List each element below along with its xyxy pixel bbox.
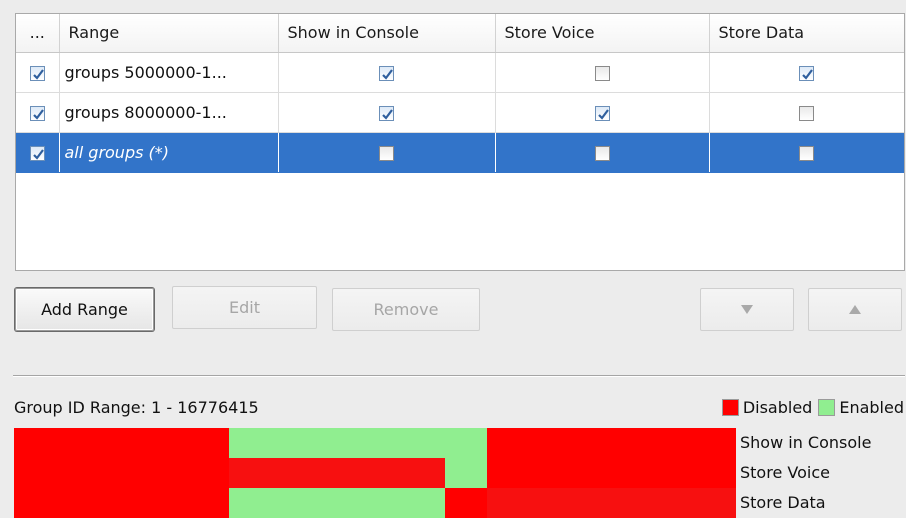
- store-voice-cell: [495, 92, 710, 133]
- legend-disabled-label: Disabled: [742, 398, 813, 417]
- range-map: Show in Console Store Voice Store Data: [14, 428, 905, 518]
- column-header-range[interactable]: Range: [59, 14, 279, 53]
- show-in-console-checkbox[interactable]: [379, 65, 394, 81]
- store-data-cell: [709, 92, 904, 133]
- range-segment-disabled: [14, 428, 230, 458]
- enabled-checkbox[interactable]: [29, 145, 45, 161]
- group-id-range-label: Group ID Range: 1 - 16776415: [14, 398, 259, 417]
- store-data-bar-label: Store Data: [740, 493, 826, 512]
- separator: [13, 375, 905, 377]
- range-segment-disabled: [486, 488, 736, 518]
- disabled-swatch: [721, 399, 739, 416]
- column-header-store-data[interactable]: Store Data: [709, 14, 904, 53]
- move-down-button[interactable]: [700, 288, 794, 331]
- range-segment-disabled: [14, 458, 230, 488]
- column-header-store-voice[interactable]: Store Voice: [495, 14, 710, 53]
- range-segment-disabled: [445, 488, 487, 518]
- store-data-checkbox[interactable]: [799, 65, 814, 81]
- triangle-down-icon: [741, 305, 753, 314]
- store-data-cell: [709, 132, 904, 173]
- range-segment-disabled: [229, 458, 358, 488]
- range-segment-enabled: [445, 458, 487, 488]
- range-segment-enabled: [229, 428, 487, 458]
- table-row[interactable]: groups 5000000-1...: [16, 52, 904, 93]
- store-voice-checkbox[interactable]: [594, 105, 610, 121]
- range-cell: all groups (*): [59, 132, 279, 173]
- store-voice-cell: [495, 132, 710, 173]
- enabled-cell: [16, 132, 60, 173]
- range-segment-disabled: [357, 458, 446, 488]
- range-segment-disabled: [486, 428, 736, 458]
- move-up-button[interactable]: [808, 288, 902, 331]
- show-in-console-checkbox[interactable]: [379, 145, 394, 161]
- show-in-console-cell: [278, 132, 496, 173]
- show-in-console-checkbox[interactable]: [379, 105, 394, 121]
- store-voice-bar: [14, 458, 736, 488]
- table-row[interactable]: groups 8000000-1...: [16, 92, 904, 133]
- range-grid: ... Range Show in Console Store Voice St…: [16, 14, 904, 173]
- enabled-cell: [16, 52, 60, 93]
- store-data-cell: [709, 52, 904, 93]
- store-voice-bar-label: Store Voice: [740, 463, 830, 482]
- enabled-checkbox[interactable]: [29, 65, 45, 81]
- store-voice-cell: [495, 52, 710, 93]
- range-cell: groups 5000000-1...: [59, 52, 279, 93]
- legend: Disabled Enabled: [721, 398, 904, 417]
- show-in-console-cell: [278, 52, 496, 93]
- table-row[interactable]: all groups (*): [16, 132, 904, 173]
- table-header-row: ... Range Show in Console Store Voice St…: [16, 14, 904, 53]
- remove-button[interactable]: Remove: [332, 288, 480, 331]
- enabled-checkbox[interactable]: [29, 105, 45, 121]
- store-voice-checkbox[interactable]: [594, 145, 610, 161]
- enabled-swatch: [818, 399, 836, 416]
- triangle-up-icon: [849, 305, 861, 314]
- store-data-checkbox[interactable]: [799, 145, 814, 161]
- show-in-console-bar-label: Show in Console: [740, 433, 872, 452]
- legend-enabled-label: Enabled: [839, 398, 904, 417]
- show-in-console-bar: [14, 428, 736, 458]
- store-voice-checkbox[interactable]: [594, 65, 610, 81]
- range-segment-disabled: [14, 488, 230, 518]
- range-cell: groups 8000000-1...: [59, 92, 279, 133]
- range-segment-enabled: [229, 488, 446, 518]
- store-data-bar: [14, 488, 736, 518]
- store-data-checkbox[interactable]: [799, 105, 814, 121]
- show-in-console-cell: [278, 92, 496, 133]
- add-range-button[interactable]: Add Range: [15, 288, 154, 331]
- edit-button[interactable]: Edit: [172, 286, 317, 329]
- column-header-show-in-console[interactable]: Show in Console: [278, 14, 496, 53]
- range-table[interactable]: ... Range Show in Console Store Voice St…: [15, 13, 905, 271]
- enabled-cell: [16, 92, 60, 133]
- range-segment-disabled: [486, 458, 736, 488]
- column-header-enabled[interactable]: ...: [16, 14, 60, 53]
